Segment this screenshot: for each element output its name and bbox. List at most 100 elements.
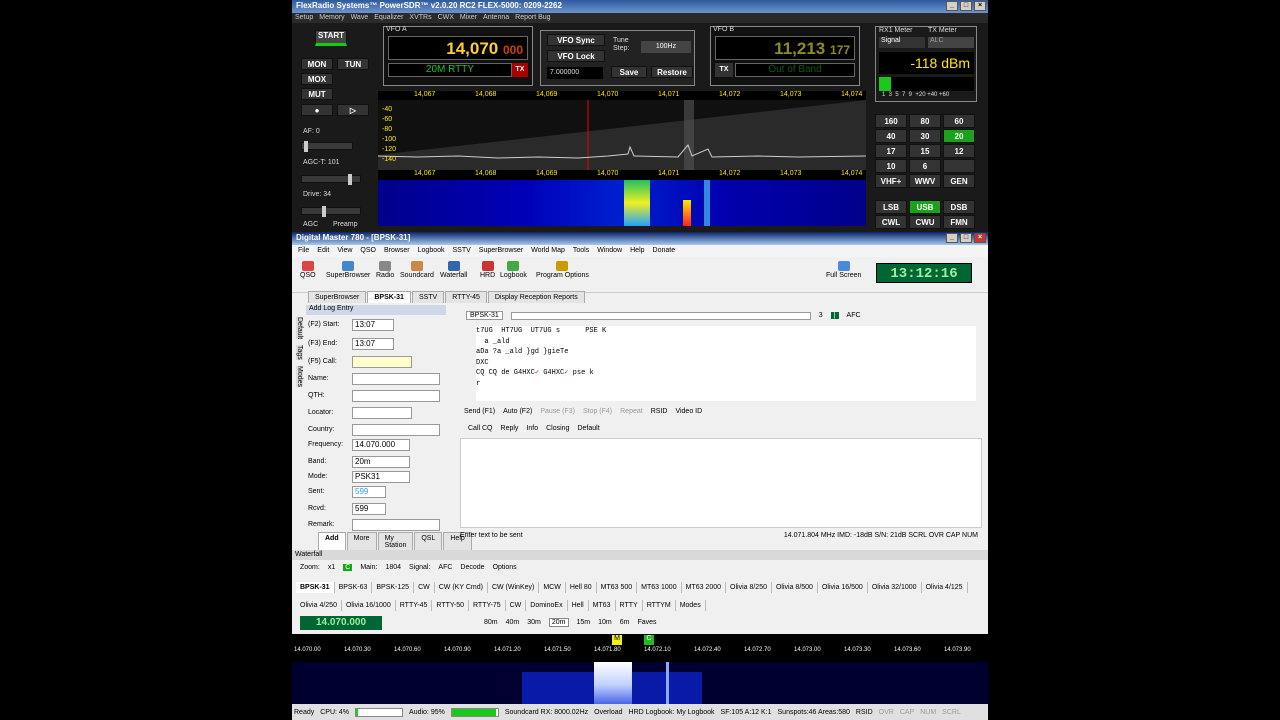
menu-item[interactable]: Report Bug bbox=[515, 14, 550, 22]
afc-label[interactable]: AFC bbox=[847, 312, 861, 319]
band-button-VHF+[interactable]: VHF+ bbox=[875, 174, 907, 188]
marker-m-icon[interactable]: M bbox=[612, 635, 622, 645]
menu-item[interactable]: Tools bbox=[573, 247, 589, 255]
mode-cw[interactable]: CW bbox=[506, 600, 527, 611]
options-button[interactable]: Options bbox=[493, 564, 517, 571]
mode-mt63-2000[interactable]: MT63 2000 bbox=[682, 582, 727, 593]
mode-mt63-500[interactable]: MT63 500 bbox=[597, 582, 638, 593]
decode-button[interactable]: Decode bbox=[460, 564, 484, 571]
save-button[interactable]: Save bbox=[611, 66, 647, 78]
band-button-15[interactable]: 15 bbox=[909, 144, 941, 158]
maximize-icon[interactable]: □ bbox=[960, 1, 972, 11]
mode-rtty-45[interactable]: RTTY-45 bbox=[396, 600, 433, 611]
mode-button-dsb[interactable]: DSB bbox=[943, 200, 975, 214]
vfo-a-frequency[interactable]: 14,070 000 bbox=[388, 36, 528, 60]
mode-hell[interactable]: Hell bbox=[568, 600, 589, 611]
repeat-button[interactable]: Repeat bbox=[620, 408, 643, 415]
wf-band-30m[interactable]: 30m bbox=[527, 619, 541, 626]
mode-rttym[interactable]: RTTYM bbox=[643, 600, 676, 611]
mode-olivia-4-125[interactable]: Olivia 4/125 bbox=[922, 582, 968, 593]
menu-item[interactable]: Window bbox=[597, 247, 622, 255]
psk-mode-select[interactable]: BPSK-31 bbox=[466, 311, 503, 320]
band-button-WWV[interactable]: WWV bbox=[909, 174, 941, 188]
band-button-20[interactable]: 20 bbox=[943, 129, 975, 143]
drive-slider[interactable] bbox=[301, 206, 361, 217]
toolbar-logbook[interactable]: Logbook bbox=[500, 261, 527, 279]
side-tab-tags[interactable]: Tags bbox=[296, 345, 303, 360]
transmit-text-area[interactable] bbox=[460, 438, 982, 528]
af-slider[interactable] bbox=[301, 141, 353, 152]
mode-olivia-8-500[interactable]: Olivia 8/500 bbox=[772, 582, 818, 593]
mode-bpsk-31[interactable]: BPSK-31 bbox=[296, 582, 335, 593]
menu-item[interactable]: Mixer bbox=[460, 14, 477, 22]
restore-button[interactable]: Restore bbox=[651, 66, 693, 78]
mode-button-fmn[interactable]: FMN bbox=[943, 215, 975, 229]
panadapter[interactable]: 14,067 14,068 14,069 14,070 14,071 14,072 14,0… bbox=[378, 91, 866, 226]
marker-c-icon[interactable]: C bbox=[644, 635, 654, 645]
vfo-b-tx-button[interactable]: TX bbox=[715, 63, 733, 77]
auto-f2--button[interactable]: Auto (F2) bbox=[503, 408, 532, 415]
menu-item[interactable]: Memory bbox=[319, 14, 344, 22]
band-button-17[interactable]: 17 bbox=[875, 144, 907, 158]
name-field[interactable] bbox=[352, 373, 440, 385]
mode-rtty-75[interactable]: RTTY-75 bbox=[469, 600, 506, 611]
side-tab-modes[interactable]: Modes bbox=[296, 365, 303, 387]
mon-button[interactable]: MON bbox=[301, 58, 333, 70]
tab-display-reception-reports[interactable]: Display Reception Reports bbox=[487, 291, 585, 303]
menu-item[interactable]: Edit bbox=[317, 247, 329, 255]
macro-info[interactable]: Info bbox=[526, 425, 538, 432]
toolbar-hrd[interactable]: HRD bbox=[480, 261, 495, 279]
band-button-160[interactable]: 160 bbox=[875, 114, 907, 128]
callsign-field[interactable] bbox=[352, 356, 412, 368]
tun-button[interactable]: TUN bbox=[337, 58, 369, 70]
toolbar-soundcard[interactable]: Soundcard bbox=[400, 261, 434, 279]
start-button[interactable]: START bbox=[315, 30, 347, 46]
locator-field[interactable] bbox=[352, 407, 412, 419]
mode-dominoex[interactable]: DominoEx bbox=[526, 600, 568, 611]
tab-rtty-45[interactable]: RTTY-45 bbox=[445, 291, 487, 303]
macro-closing[interactable]: Closing bbox=[546, 425, 569, 432]
toolbar-superbrowser[interactable]: SuperBrowser bbox=[326, 261, 370, 279]
menu-item[interactable]: Antenna bbox=[483, 14, 509, 22]
mode-cw-ky-cmd-[interactable]: CW (KY Cmd) bbox=[435, 582, 488, 593]
log-add-button[interactable]: Add bbox=[318, 532, 346, 551]
band-button-GEN[interactable]: GEN bbox=[943, 174, 975, 188]
wf-band-faves[interactable]: Faves bbox=[637, 619, 656, 626]
toolbar-program-options[interactable]: Program Options bbox=[536, 261, 589, 279]
mode-rtty-50[interactable]: RTTY-50 bbox=[432, 600, 469, 611]
end-time-field[interactable]: 13:07 bbox=[352, 338, 394, 350]
tab-bpsk-31[interactable]: BPSK-31 bbox=[367, 291, 411, 303]
band-button-40[interactable]: 40 bbox=[875, 129, 907, 143]
mox-button[interactable]: MOX bbox=[301, 73, 333, 85]
fullscreen-button[interactable]: Full Screen bbox=[826, 261, 861, 279]
log-more-button[interactable]: More bbox=[346, 532, 377, 551]
log-qsl-button[interactable]: QSL bbox=[414, 532, 443, 551]
c-button[interactable]: C bbox=[343, 564, 353, 571]
menu-item[interactable]: Wave bbox=[351, 14, 369, 22]
menu-item[interactable]: Setup bbox=[295, 14, 313, 22]
vfo-lock-button[interactable]: VFO Lock bbox=[547, 50, 605, 62]
mode-modes[interactable]: Modes bbox=[676, 600, 706, 611]
mode-cw[interactable]: CW bbox=[414, 582, 435, 593]
rsid-button[interactable]: RSID bbox=[651, 408, 668, 415]
wf-band-80m[interactable]: 80m bbox=[484, 619, 498, 626]
macro-call-cq[interactable]: Call CQ bbox=[468, 425, 493, 432]
afc-indicator[interactable]: | bbox=[830, 312, 839, 319]
close-icon[interactable]: × bbox=[974, 1, 986, 11]
tx-meter-select[interactable]: ALC bbox=[928, 37, 974, 48]
tab-sstv[interactable]: SSTV bbox=[411, 291, 445, 303]
macro-default[interactable]: Default bbox=[577, 425, 599, 432]
tune-step-select[interactable]: 100Hz bbox=[641, 41, 691, 53]
start-time-field[interactable]: 13:07 bbox=[352, 319, 394, 331]
band-button-30[interactable]: 30 bbox=[909, 129, 941, 143]
zoom-select[interactable]: x1 bbox=[328, 564, 335, 571]
mode-olivia-4-250[interactable]: Olivia 4/250 bbox=[296, 600, 342, 611]
wf-afc-button[interactable]: AFC bbox=[438, 564, 452, 571]
menu-item[interactable]: Browser bbox=[384, 247, 410, 255]
mut-button[interactable]: MUT bbox=[301, 88, 333, 100]
wf-band-10m[interactable]: 10m bbox=[598, 619, 612, 626]
vfo-sync-button[interactable]: VFO Sync bbox=[547, 34, 605, 46]
mode-olivia-8-250[interactable]: Olivia 8/250 bbox=[726, 582, 772, 593]
receive-text-area[interactable]: t7UG HT7UG UT7UG s PSE K a _ald aDa ?a _… bbox=[476, 326, 976, 401]
toolbar-radio[interactable]: Radio bbox=[376, 261, 394, 279]
